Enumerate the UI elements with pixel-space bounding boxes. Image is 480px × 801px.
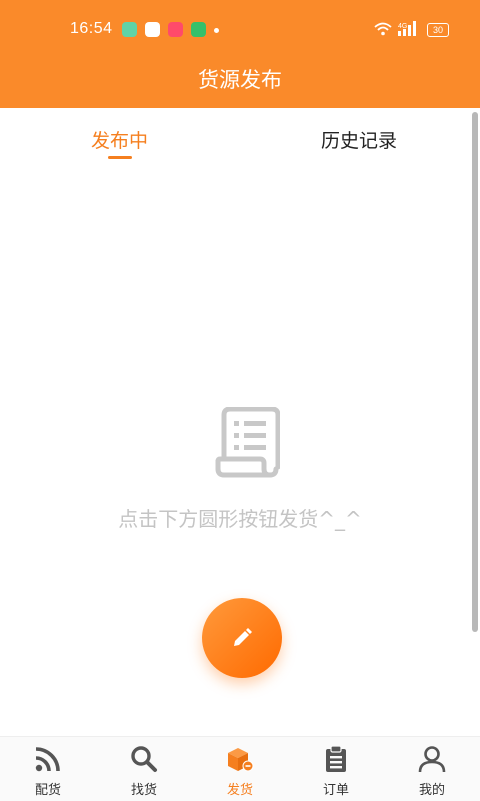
nav-label: 订单: [322, 783, 349, 798]
app-notification-icon: [168, 22, 183, 37]
more-notifications-dot: [214, 28, 219, 33]
user-icon: [418, 746, 446, 773]
nav-label: 配货: [34, 783, 61, 798]
empty-state-message: 点击下方圆形按钮发货^_^: [118, 507, 362, 531]
battery-icon: 30: [427, 23, 449, 37]
app-notification-icon: [191, 22, 206, 37]
search-icon: [131, 746, 157, 772]
package-icon: [228, 748, 254, 772]
bottom-nav: 配货 找货 发货 订单 我的: [0, 736, 480, 801]
tab-bar: 发布中 历史记录: [0, 108, 480, 168]
tab-publishing[interactable]: 发布中: [91, 126, 148, 153]
app-notification-icon: [122, 22, 137, 37]
cell-signal-icon: 4G: [398, 21, 416, 36]
status-bar: 16:54 4G 30: [0, 0, 480, 56]
publish-fab-button[interactable]: [202, 598, 282, 678]
clipboard-icon: [326, 745, 346, 772]
nav-label: 我的: [418, 783, 445, 798]
network-type: 4G: [398, 23, 407, 30]
scrollbar[interactable]: [472, 112, 478, 632]
pencil-icon: [234, 628, 252, 646]
tab-history[interactable]: 历史记录: [321, 126, 397, 153]
nav-item-ship[interactable]: 发货: [192, 737, 288, 801]
nav-item-match[interactable]: 配货: [0, 737, 96, 801]
app-header: 货源发布: [0, 56, 480, 108]
wifi-icon: [374, 22, 392, 36]
nav-label: 找货: [130, 783, 157, 798]
nav-label: 发货: [226, 783, 253, 798]
page-title: 货源发布: [198, 68, 282, 92]
nav-item-profile[interactable]: 我的: [384, 737, 480, 801]
nav-item-find[interactable]: 找货: [96, 737, 192, 801]
active-tab-indicator: [108, 156, 132, 159]
app-notification-icon: [145, 22, 160, 37]
status-time: 16:54: [70, 20, 113, 37]
receipt-scroll-icon: [215, 407, 280, 478]
nav-item-orders[interactable]: 订单: [288, 737, 384, 801]
rss-feed-icon: [35, 747, 60, 772]
